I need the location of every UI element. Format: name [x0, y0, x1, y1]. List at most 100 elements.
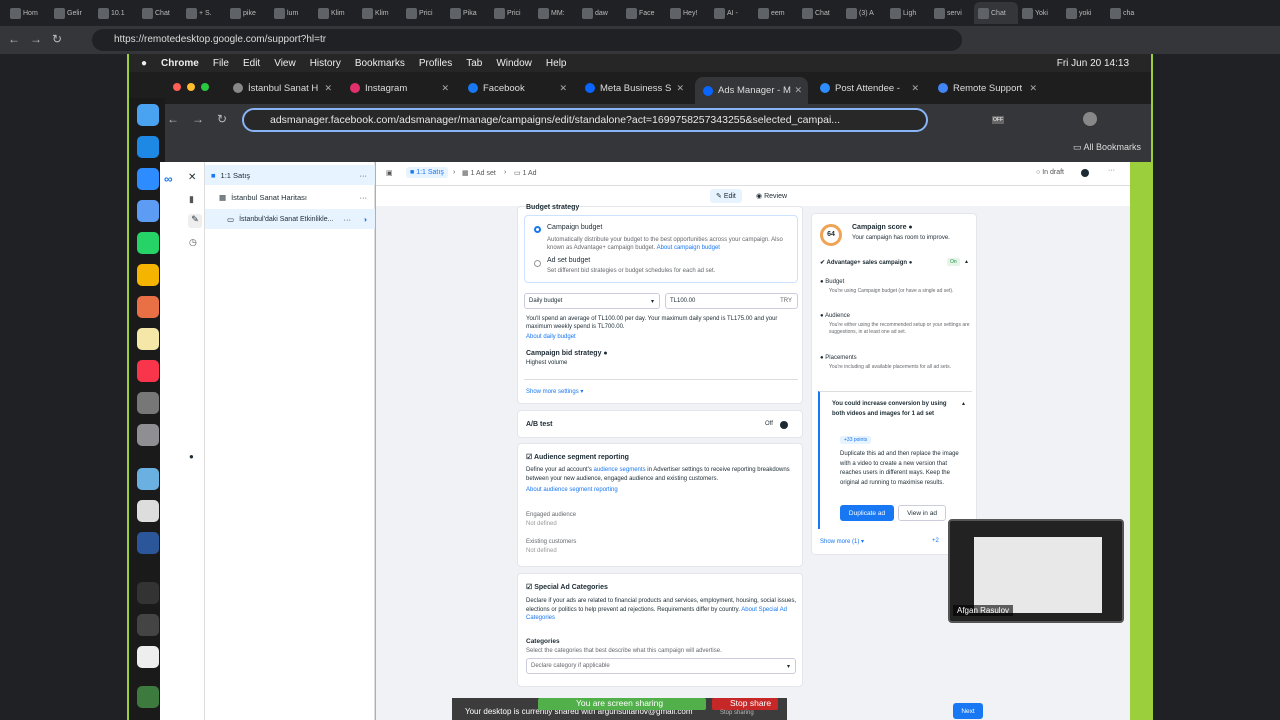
view-in-ad-button[interactable]: View in ad	[898, 505, 946, 521]
chrome-reload-icon[interactable]: ↻	[217, 112, 227, 126]
outer-tab[interactable]: Prici	[402, 2, 446, 24]
maximize-window-icon[interactable]	[201, 83, 209, 91]
menu-window[interactable]: Window	[496, 58, 532, 69]
tree-campaign-row[interactable]: ■ 1:1 Satış ···	[205, 165, 375, 185]
outer-tab[interactable]: cha	[1106, 2, 1150, 24]
close-tab-icon[interactable]: ✕	[676, 83, 684, 94]
outer-tab[interactable]: lum	[270, 2, 314, 24]
menu-profiles[interactable]: Profiles	[419, 58, 452, 69]
close-tab-icon[interactable]: ✕	[441, 83, 449, 94]
music-icon[interactable]	[137, 360, 159, 382]
menu-file[interactable]: File	[213, 58, 229, 69]
outer-url-field[interactable]: https://remotedesktop.google.com/support…	[92, 29, 962, 51]
outer-tab[interactable]: (3) A	[842, 2, 886, 24]
budget-type-select[interactable]: Daily budget ▾	[524, 293, 660, 309]
close-tab-icon[interactable]: ✕	[911, 83, 919, 94]
chrome-forward-icon[interactable]: →	[192, 112, 204, 126]
chrome-tab[interactable]: Facebook ✕	[460, 77, 573, 99]
chrome-tab[interactable]: Instagram ✕	[342, 77, 455, 99]
expand-icon[interactable]: ●	[189, 452, 194, 461]
app-icon[interactable]	[137, 614, 159, 636]
breadcrumb-campaign[interactable]: ■ 1:1 Satış	[406, 167, 448, 178]
chrome-url-field[interactable]: adsmanager.facebook.com/adsmanager/manag…	[242, 108, 928, 132]
audience-link[interactable]: About audience segment reporting	[526, 487, 618, 493]
budget-amount-input[interactable]: TL100.00 TRY	[665, 293, 798, 309]
chrome-dock-icon[interactable]	[137, 264, 159, 286]
quicktime-icon[interactable]	[137, 468, 159, 490]
notes-icon[interactable]	[137, 328, 159, 350]
tab-review[interactable]: ◉ Review	[756, 192, 787, 200]
chrome-back-icon[interactable]: ←	[167, 112, 179, 126]
pen-tool-icon[interactable]	[137, 686, 159, 708]
appstore-icon[interactable]	[137, 136, 159, 158]
chevron-up-icon[interactable]: ▴	[962, 400, 965, 407]
reload-icon[interactable]: ↻	[52, 32, 62, 46]
outer-tab[interactable]: Klim	[314, 2, 358, 24]
outer-tab[interactable]: MM:	[534, 2, 578, 24]
photos-icon[interactable]	[137, 296, 159, 318]
close-tab-icon[interactable]: ✕	[1029, 83, 1037, 94]
mail-icon[interactable]	[137, 200, 159, 222]
outer-tab[interactable]: servi	[930, 2, 974, 24]
video-thumbnail[interactable]: Afgan Rasulov	[948, 519, 1124, 623]
adset-budget-radio[interactable]	[534, 260, 541, 267]
chrome-tab[interactable]: Post Attendee - ✕	[812, 77, 925, 99]
next-button[interactable]: Next	[953, 703, 983, 719]
outer-tab[interactable]: Gelir	[50, 2, 94, 24]
breadcrumb-adset[interactable]: ▦ 1 Ad set	[462, 169, 496, 177]
preview-icon[interactable]	[137, 500, 159, 522]
stop-sharing-button[interactable]: Stop sharing	[720, 710, 754, 716]
whatsapp-icon[interactable]	[137, 232, 159, 254]
stop-share-button[interactable]: Stop share	[712, 698, 778, 710]
meta-logo-icon[interactable]: ∞	[164, 172, 173, 186]
campaign-budget-link[interactable]: About campaign budget	[657, 245, 720, 251]
show-more-link[interactable]: Show more (1) ▾	[820, 538, 864, 545]
close-window-icon[interactable]	[173, 83, 181, 91]
chrome-tab[interactable]: Remote Support ✕	[930, 77, 1043, 99]
menu-edit[interactable]: Edit	[243, 58, 260, 69]
menu-view[interactable]: View	[274, 58, 296, 69]
outer-tab[interactable]: + S.	[182, 2, 226, 24]
chrome-tab[interactable]: Ads Manager - M ✕	[695, 77, 808, 104]
outer-tab[interactable]: Hey!	[666, 2, 710, 24]
outer-tab[interactable]: daw	[578, 2, 622, 24]
outer-tab[interactable]: Pika	[446, 2, 490, 24]
chrome-tab[interactable]: İstanbul Sanat H ✕	[225, 77, 338, 99]
daily-budget-link[interactable]: About daily budget	[526, 334, 576, 340]
tree-adset-row[interactable]: ▦ İstanbul Sanat Haritası ···	[205, 187, 375, 207]
apple-icon[interactable]: ●	[141, 58, 147, 69]
outer-tab[interactable]: Yoki	[1018, 2, 1062, 24]
chrome-tab[interactable]: Meta Business S ✕	[577, 77, 690, 99]
back-icon[interactable]: ←	[8, 32, 20, 46]
more-icon[interactable]: ···	[360, 193, 368, 202]
outer-tab[interactable]: Chat	[798, 2, 842, 24]
forward-icon[interactable]: →	[30, 32, 42, 46]
outer-tab[interactable]: 10.1	[94, 2, 138, 24]
close-tab-icon[interactable]: ✕	[559, 83, 567, 94]
outer-tab[interactable]: Chat	[138, 2, 182, 24]
all-bookmarks-button[interactable]: ▭ All Bookmarks	[1073, 142, 1141, 153]
audience-segments-link[interactable]: audience segments	[594, 467, 646, 473]
sidebar-toggle-icon[interactable]: ▣	[386, 169, 393, 177]
settings-icon[interactable]	[137, 424, 159, 446]
outer-tab[interactable]: Hom	[6, 2, 50, 24]
close-tab-icon[interactable]: ✕	[794, 85, 802, 96]
menu-tab[interactable]: Tab	[466, 58, 482, 69]
zoom-icon[interactable]	[137, 168, 159, 190]
word-icon[interactable]	[137, 532, 159, 554]
info-icon[interactable]: ●	[908, 224, 912, 231]
menu-help[interactable]: Help	[546, 58, 567, 69]
category-select[interactable]: Declare category if applicable ▾	[526, 658, 796, 674]
breadcrumb-ad[interactable]: ▭ 1 Ad	[514, 169, 537, 177]
outer-tab[interactable]: yoki	[1062, 2, 1106, 24]
more-options-icon[interactable]: ···	[1108, 167, 1115, 174]
status-toggle[interactable]	[1081, 169, 1089, 177]
minimize-window-icon[interactable]	[187, 83, 195, 91]
document-icon[interactable]	[137, 646, 159, 668]
more-icon[interactable]: ···	[360, 171, 368, 180]
info-icon[interactable]: ●	[603, 350, 607, 357]
menu-chrome[interactable]: Chrome	[161, 58, 199, 69]
outer-tab[interactable]: Face	[622, 2, 666, 24]
chart-icon[interactable]: ▮	[189, 194, 194, 205]
outer-tab[interactable]: Ligh	[886, 2, 930, 24]
